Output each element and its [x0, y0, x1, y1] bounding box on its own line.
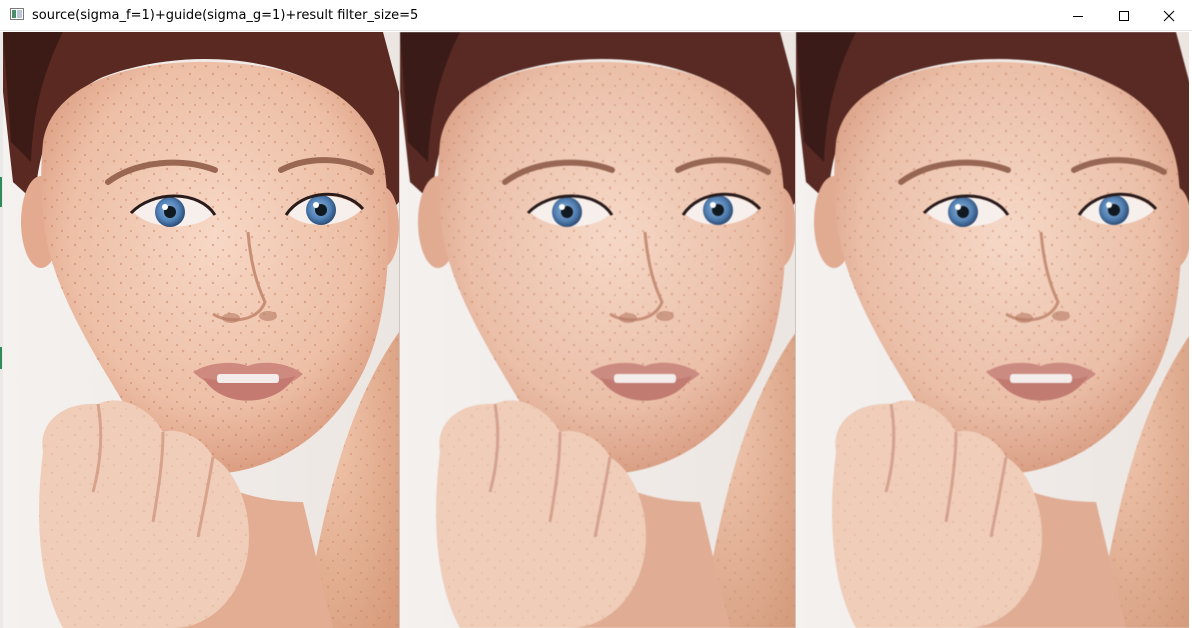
portrait-photo-smoothed — [400, 32, 796, 628]
result-image-panel — [796, 32, 1189, 628]
minimize-icon — [1073, 15, 1083, 17]
app-window-icon — [10, 8, 24, 20]
image-canvas — [3, 32, 1189, 628]
guide-image-panel — [400, 32, 796, 628]
close-button[interactable] — [1146, 0, 1192, 31]
title-bar[interactable]: source(sigma_f=1)+guide(sigma_g=1)+resul… — [0, 0, 1192, 31]
window-title: source(sigma_f=1)+guide(sigma_g=1)+resul… — [32, 8, 419, 23]
source-image-panel — [3, 32, 399, 628]
portrait-photo-filtered — [796, 32, 1189, 628]
portrait-photo — [3, 32, 399, 628]
maximize-icon — [1119, 10, 1129, 21]
minimize-button[interactable] — [1055, 0, 1101, 31]
close-icon — [1163, 10, 1175, 21]
maximize-button[interactable] — [1101, 0, 1147, 31]
